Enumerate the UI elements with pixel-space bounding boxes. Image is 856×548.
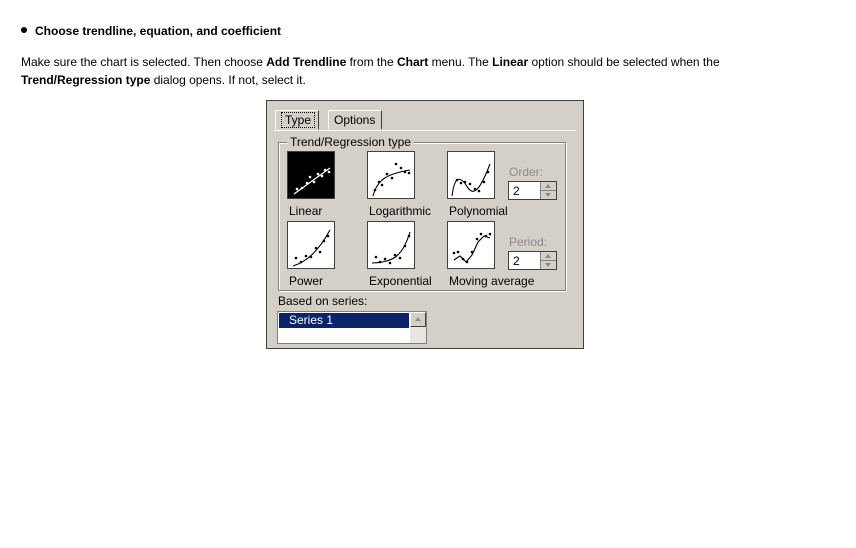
tab-options[interactable]: Options: [328, 110, 382, 129]
period-value[interactable]: 2: [513, 254, 520, 268]
period-stepper[interactable]: 2: [508, 251, 557, 270]
arrow-down-icon: [545, 193, 551, 197]
order-value[interactable]: 2: [513, 184, 520, 198]
moving-average-trend-icon: [452, 232, 492, 264]
polynomial-trend-option[interactable]: [447, 151, 495, 199]
polynomial-trend-icon: [451, 163, 491, 197]
moving-average-label: Moving average: [449, 274, 535, 288]
series-list-item[interactable]: Series 1: [279, 313, 409, 328]
text-bold-chart: Chart: [396, 55, 429, 69]
power-trend-icon: [292, 229, 331, 267]
moving-average-trend-option[interactable]: [447, 221, 495, 269]
text-segment: dialog opens. If not, select it.: [150, 73, 306, 87]
text-segment: Make sure the chart is selected. Then ch…: [21, 55, 267, 69]
text-bold-add-trendline: Add Trendline: [266, 55, 347, 69]
period-stepper-buttons: [540, 252, 556, 269]
arrow-up-icon: [415, 317, 421, 321]
polynomial-label: Polynomial: [449, 204, 508, 218]
text-segment: menu. The: [428, 55, 493, 69]
logarithmic-trend-icon: [372, 162, 411, 197]
period-decrement-button[interactable]: [541, 261, 556, 269]
order-stepper-buttons: [540, 182, 556, 199]
linear-trend-icon: [293, 167, 331, 195]
trend-type-group: Trend/Regression type Linear Logarithmic…: [278, 135, 566, 291]
series-listbox[interactable]: Series 1: [277, 311, 427, 344]
power-trend-option[interactable]: [287, 221, 335, 269]
text-segment: option should be selected when the: [528, 55, 720, 69]
linear-trend-option[interactable]: [287, 151, 335, 199]
series-scrollbar[interactable]: [410, 312, 426, 343]
exponential-label: Exponential: [369, 274, 432, 288]
text-bold-dialog-name: Trend/Regression type: [21, 73, 151, 87]
order-stepper[interactable]: 2: [508, 181, 557, 200]
group-title: Trend/Regression type: [287, 135, 414, 149]
instruction-paragraph: Make sure the chart is selected. Then ch…: [21, 53, 801, 89]
text-bold-linear: Linear: [492, 55, 529, 69]
tab-divider: [274, 130, 576, 131]
arrow-up-icon: [545, 254, 551, 258]
scroll-up-button[interactable]: [410, 312, 426, 327]
order-label: Order:: [509, 165, 544, 179]
tab-type-label: Type: [281, 112, 316, 128]
period-label: Period:: [509, 235, 548, 249]
heading-text: Choose trendline, equation, and coeffici…: [35, 24, 282, 38]
tab-type[interactable]: Type: [275, 110, 319, 129]
instruction-heading: Choose trendline, equation, and coeffici…: [21, 24, 281, 38]
based-on-series-label: Based on series:: [278, 294, 368, 308]
text-segment: from the: [346, 55, 397, 69]
logarithmic-label: Logarithmic: [369, 204, 432, 218]
bullet-icon: [21, 27, 27, 33]
arrow-up-icon: [545, 184, 551, 188]
logarithmic-trend-option[interactable]: [367, 151, 415, 199]
linear-label: Linear: [289, 204, 323, 218]
exponential-trend-icon: [371, 231, 411, 265]
order-increment-button[interactable]: [541, 182, 556, 191]
period-increment-button[interactable]: [541, 252, 556, 261]
tab-options-label: Options: [334, 113, 376, 127]
power-label: Power: [289, 274, 324, 288]
add-trendline-dialog: Type Options Trend/Regression type Linea…: [266, 100, 584, 349]
order-decrement-button[interactable]: [541, 191, 556, 199]
exponential-trend-option[interactable]: [367, 221, 415, 269]
arrow-down-icon: [545, 263, 551, 267]
